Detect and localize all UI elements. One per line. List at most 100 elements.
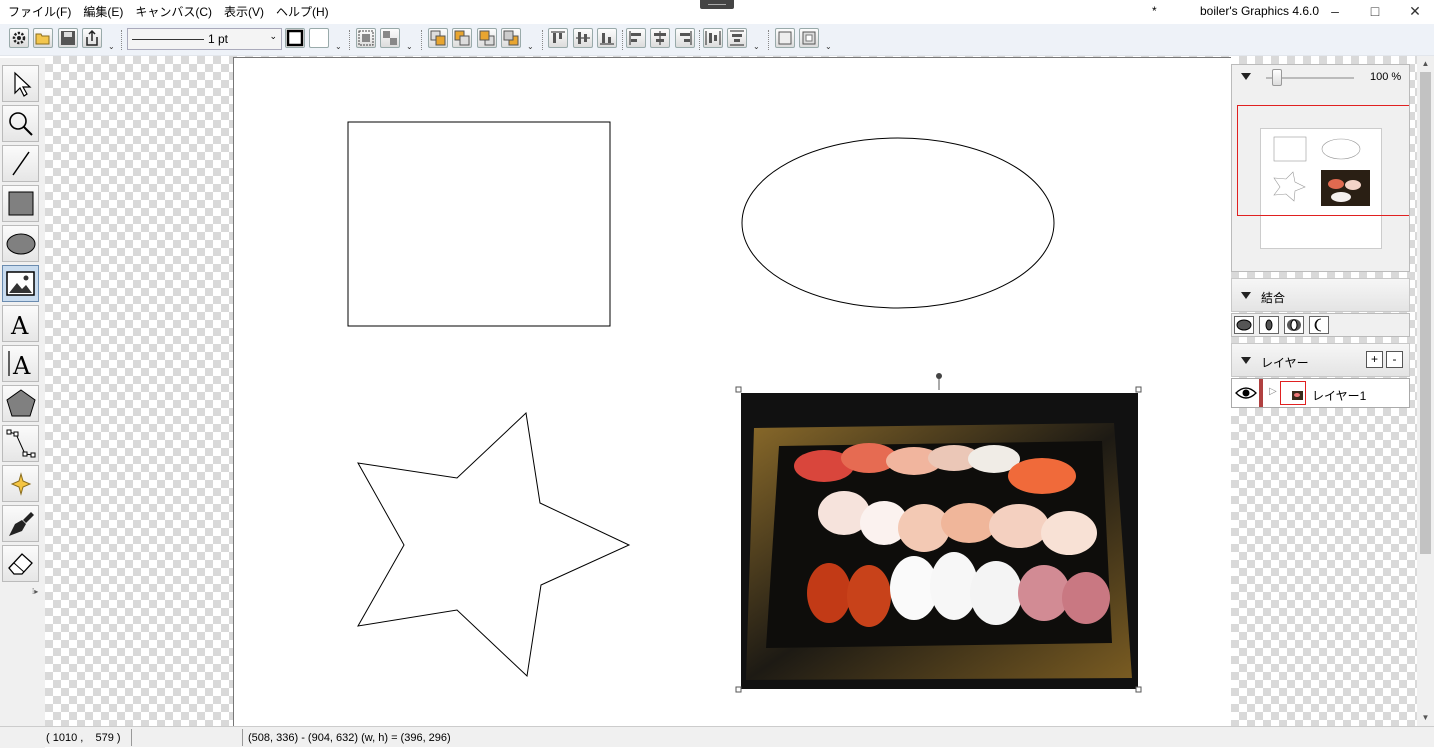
combine-panel <box>1231 313 1410 337</box>
send-backward-button[interactable] <box>477 28 497 48</box>
exclude-button[interactable] <box>1284 316 1304 334</box>
pentagon-icon <box>6 389 36 417</box>
text-tool[interactable]: A <box>2 305 39 342</box>
stroke-color-button[interactable] <box>285 28 305 48</box>
select-tool[interactable] <box>2 65 39 102</box>
status-divider <box>242 729 243 746</box>
navigator-viewport[interactable] <box>1237 105 1409 216</box>
toolbar-overflow-5[interactable]: ⌄ <box>753 42 760 51</box>
navigator-preview[interactable] <box>1237 98 1409 268</box>
intersect-button[interactable] <box>1259 316 1279 334</box>
bring-to-front-button[interactable] <box>428 28 448 48</box>
layer-row[interactable]: ▷ レイヤー1 <box>1231 378 1410 408</box>
same-height-button[interactable] <box>799 28 819 48</box>
drag-grip[interactable] <box>700 0 734 9</box>
line-tool[interactable] <box>2 145 39 182</box>
star-shape[interactable] <box>357 411 631 678</box>
rectangle-shape[interactable] <box>347 121 611 327</box>
palette-expand-icon[interactable]: ⁞▸ <box>32 587 38 596</box>
scrollbar-thumb[interactable] <box>1420 72 1431 554</box>
align-left-button[interactable] <box>626 28 646 48</box>
rotation-handle[interactable] <box>936 373 942 379</box>
sushi-photo[interactable] <box>741 393 1138 689</box>
line-icon <box>12 151 30 176</box>
align-right-button[interactable] <box>675 28 695 48</box>
polygon-tool[interactable] <box>2 385 39 422</box>
menu-view[interactable]: 表示(V) <box>218 4 270 20</box>
scroll-down-icon[interactable]: ▼ <box>1417 710 1434 726</box>
collapse-triangle-icon[interactable] <box>1241 73 1251 80</box>
ellipse-shape[interactable] <box>741 137 1055 309</box>
remove-layer-button[interactable]: - <box>1386 351 1403 368</box>
minimize-button[interactable]: – <box>1315 0 1355 24</box>
bezier-tool[interactable] <box>2 425 39 462</box>
union-button[interactable] <box>1234 316 1254 334</box>
add-layer-button[interactable]: + <box>1366 351 1383 368</box>
image-tool[interactable] <box>2 265 39 302</box>
menu-file[interactable]: ファイル(F) <box>2 4 77 20</box>
open-button[interactable] <box>33 28 53 48</box>
selection-bounds: (508, 336) - (904, 632) (w, h) = (396, 2… <box>248 732 451 744</box>
close-button[interactable]: ✕ <box>1395 0 1434 24</box>
collapse-triangle-icon[interactable] <box>1241 292 1251 299</box>
eye-icon[interactable] <box>1235 385 1257 401</box>
toolbar-overflow-1[interactable]: ⌄ <box>108 42 115 51</box>
align-bottom-button[interactable] <box>597 28 617 48</box>
eraser-tool[interactable] <box>2 545 39 582</box>
chevron-down-icon: ⌄ <box>269 31 277 41</box>
star-tool[interactable] <box>2 465 39 502</box>
fill-color-button[interactable] <box>309 28 329 48</box>
toolbar-separator <box>542 30 543 50</box>
exclude-icon <box>1287 319 1301 331</box>
layer-name[interactable]: レイヤー1 <box>1312 387 1366 404</box>
toolbar-overflow-2[interactable]: ⌄ <box>335 42 342 51</box>
collapse-triangle-icon[interactable] <box>1241 357 1251 364</box>
menu-edit[interactable]: 編集(E) <box>77 4 129 20</box>
settings-button[interactable] <box>9 28 29 48</box>
vertical-scrollbar[interactable]: ▲ ▼ <box>1417 56 1434 726</box>
drawing-page[interactable] <box>233 57 1231 726</box>
same-width-button[interactable] <box>775 28 795 48</box>
union-icon <box>1236 319 1252 331</box>
distribute-horizontal-button[interactable] <box>703 28 723 48</box>
eraser-icon <box>8 553 33 575</box>
scroll-up-icon[interactable]: ▲ <box>1417 56 1434 72</box>
rectangle-tool[interactable] <box>2 185 39 222</box>
arrow-icon <box>14 71 32 97</box>
drawing-svg[interactable] <box>234 58 1232 727</box>
layer-panel-header[interactable]: レイヤー + - <box>1231 343 1410 377</box>
expand-arrow-icon[interactable]: ▷ <box>1269 386 1277 397</box>
ellipse-tool[interactable] <box>2 225 39 262</box>
align-center-icon <box>654 31 666 45</box>
menu-canvas[interactable]: キャンバス(C) <box>129 4 218 20</box>
zoom-tool[interactable] <box>2 105 39 142</box>
path-icon <box>6 429 36 458</box>
same-size-icon <box>802 31 816 45</box>
align-top-button[interactable] <box>548 28 568 48</box>
save-button[interactable] <box>58 28 78 48</box>
toolbar-overflow-3[interactable]: ⌄ <box>406 42 413 51</box>
bring-forward-button[interactable] <box>452 28 472 48</box>
align-right-icon <box>680 31 692 45</box>
distribute-vertical-button[interactable] <box>727 28 747 48</box>
brush-tool[interactable] <box>2 505 39 542</box>
vertical-text-tool[interactable]: A <box>2 345 39 382</box>
group-button[interactable] <box>356 28 376 48</box>
zoom-slider-thumb[interactable] <box>1272 69 1282 86</box>
subtract-button[interactable] <box>1309 316 1329 334</box>
align-center-button[interactable] <box>650 28 670 48</box>
same-size-icon <box>778 31 792 45</box>
toolbar-overflow-6[interactable]: ⌄ <box>825 42 832 51</box>
bring-front-icon <box>430 30 446 46</box>
send-to-back-button[interactable] <box>501 28 521 48</box>
menu-help[interactable]: ヘルプ(H) <box>270 4 335 20</box>
group-icon <box>358 30 374 46</box>
align-left-icon <box>629 31 641 45</box>
combine-panel-header[interactable]: 結合 <box>1231 278 1410 312</box>
toolbar-overflow-4[interactable]: ⌄ <box>527 42 534 51</box>
maximize-button[interactable]: □ <box>1355 0 1395 24</box>
ungroup-button[interactable] <box>380 28 400 48</box>
export-button[interactable] <box>82 28 102 48</box>
align-middle-button[interactable] <box>573 28 593 48</box>
line-width-select[interactable]: 1 pt ⌄ <box>127 28 282 50</box>
